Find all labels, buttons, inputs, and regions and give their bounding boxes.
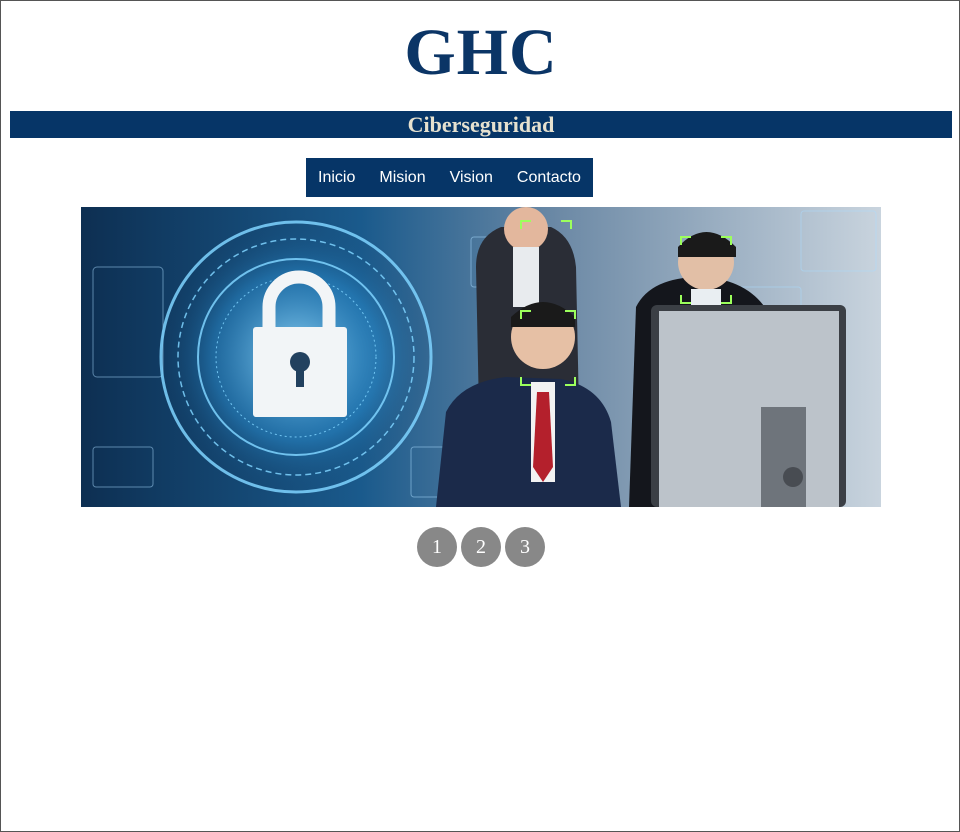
subtitle-text: Ciberseguridad [407,112,555,137]
carousel-page-1-button[interactable]: 1 [417,527,457,567]
nav-item-inicio[interactable]: Inicio [318,158,355,197]
carousel-slide-image [81,207,881,507]
main-nav: Inicio Mision Vision Contacto [306,158,593,197]
carousel-page-3-button[interactable]: 3 [505,527,545,567]
nav-item-vision[interactable]: Vision [450,158,493,197]
carousel-pagination: 1 2 3 [417,527,545,567]
nav-item-contacto[interactable]: Contacto [517,158,581,197]
subtitle-banner: Ciberseguridad [10,111,952,138]
page-frame: GHC Ciberseguridad Inicio Mision Vision … [0,0,960,832]
nav-item-mision[interactable]: Mision [379,158,425,197]
carousel-page-2-button[interactable]: 2 [461,527,501,567]
site-logo: GHC [404,16,558,89]
